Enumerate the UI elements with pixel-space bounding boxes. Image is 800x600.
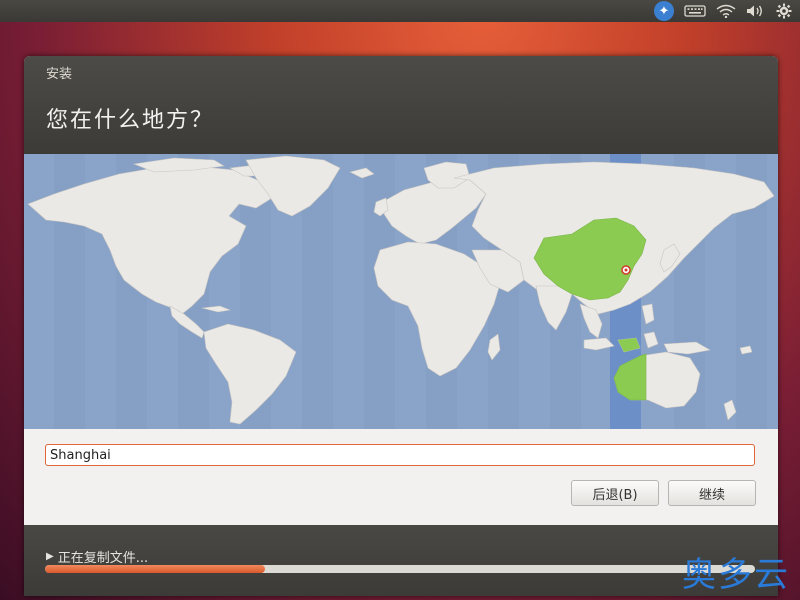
- city-pin-icon: [621, 265, 631, 275]
- window-title: 安装: [46, 67, 73, 82]
- settings-gear-icon[interactable]: [776, 0, 792, 22]
- window-header: 安装 您在什么地方？: [24, 56, 778, 154]
- page-title: 您在什么地方？: [46, 108, 215, 133]
- world-map[interactable]: [24, 154, 778, 429]
- install-status-text: 正在复制文件...: [57, 551, 149, 566]
- location-form: 后退(B) 继续: [24, 429, 778, 525]
- install-progress-fill: [45, 565, 266, 573]
- install-status[interactable]: ▶ 正在复制文件...: [46, 547, 148, 566]
- world-map-svg[interactable]: [24, 154, 778, 429]
- keyboard-icon[interactable]: [684, 0, 706, 22]
- top-panel: ✦: [0, 0, 800, 22]
- location-input[interactable]: [45, 444, 755, 466]
- install-footer: ▶ 正在复制文件...: [24, 525, 778, 596]
- watermark-logo: 奥多云: [682, 555, 790, 595]
- wifi-icon[interactable]: [716, 0, 736, 22]
- install-progress-bar: [45, 565, 755, 573]
- continue-button[interactable]: 继续: [668, 480, 756, 506]
- expand-arrow-icon[interactable]: ▶: [46, 551, 54, 562]
- volume-icon[interactable]: [746, 0, 766, 22]
- installer-window: 安装 您在什么地方？ Shanghai 后退(B) 继续 ▶ 正在复制文件...: [24, 56, 778, 596]
- back-button[interactable]: 后退(B): [571, 480, 659, 506]
- accessibility-icon[interactable]: ✦: [654, 0, 674, 22]
